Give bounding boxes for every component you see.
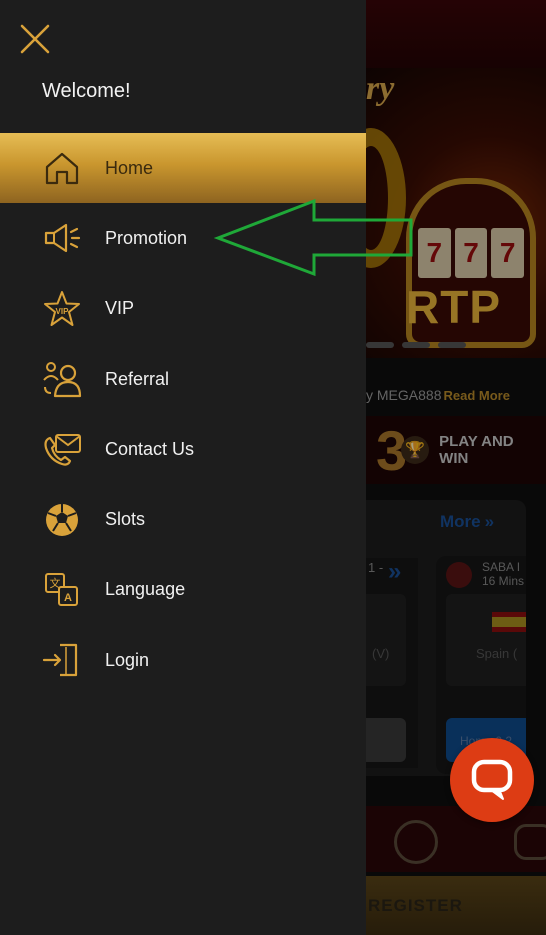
soccer-ball-icon [42, 500, 82, 540]
menu-item-label: Login [105, 649, 150, 670]
contact-envelope-icon [42, 429, 82, 469]
menu-item-label: Contact Us [105, 438, 195, 459]
megaphone-icon [42, 218, 82, 258]
menu-item-slots[interactable]: Slots [0, 484, 366, 554]
login-icon [42, 640, 82, 680]
menu-item-language[interactable]: 文A Language [0, 555, 366, 625]
close-button[interactable] [18, 22, 52, 56]
menu-item-login[interactable]: Login [0, 625, 366, 695]
home-icon [42, 148, 82, 188]
referral-users-icon [42, 359, 82, 399]
language-icon: 文A [42, 570, 82, 610]
svg-text:A: A [64, 592, 72, 604]
live-chat-button[interactable] [450, 738, 534, 822]
menu-item-label: Promotion [105, 227, 188, 248]
annotation-arrow-icon [214, 198, 413, 277]
menu-item-label: Home [105, 157, 154, 178]
chat-bubble-icon [471, 759, 513, 800]
vip-star-icon: VIP [42, 289, 82, 329]
menu-item-referral[interactable]: Referral [0, 344, 366, 414]
menu-item-vip[interactable]: VIP VIP [0, 274, 366, 344]
svg-text:VIP: VIP [56, 307, 70, 316]
menu-item-home[interactable]: Home [0, 133, 366, 204]
close-icon [20, 24, 50, 54]
welcome-text: Welcome! [42, 80, 131, 102]
menu-item-label: Slots [105, 509, 146, 530]
menu-item-label: Language [105, 579, 186, 600]
side-drawer: Welcome! Home Promotion VIP VIP Referral [0, 0, 366, 935]
menu-item-label: VIP [105, 298, 135, 319]
menu-item-label: Referral [105, 368, 170, 389]
menu-item-contact-us[interactable]: Contact Us [0, 414, 366, 484]
